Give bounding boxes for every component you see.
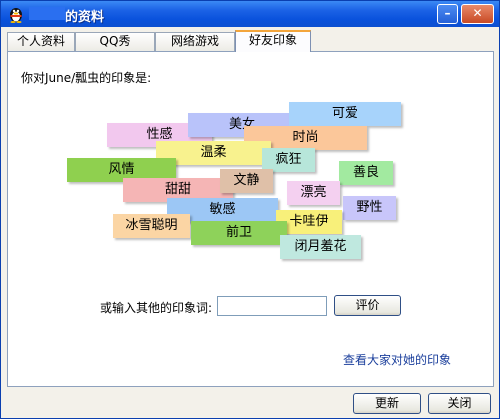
minimize-button[interactable]: –	[437, 4, 458, 24]
redacted-name	[29, 7, 65, 20]
tab-label: 好友印象	[248, 33, 297, 47]
impression-tag[interactable]: 前卫	[191, 221, 287, 245]
close-window-button[interactable]: ✕	[461, 4, 494, 24]
impression-tag[interactable]: 冰雪聪明	[113, 214, 190, 238]
impression-tag[interactable]: 闭月羞花	[280, 235, 361, 259]
impression-tag[interactable]: 漂亮	[287, 181, 340, 205]
tab-label: 网络游戏	[170, 34, 219, 48]
window-title: 的资料	[65, 10, 105, 25]
impression-tag[interactable]: 野性	[343, 196, 396, 220]
impression-prompt: 你对June/瓢虫的印象是:	[21, 71, 152, 85]
custom-impression-label: 或输入其他的印象词:	[100, 301, 213, 315]
tab-label: QQ秀	[99, 34, 131, 48]
qq-penguin-icon	[10, 8, 22, 23]
tab-label: 个人资料	[16, 34, 65, 48]
impression-tag[interactable]: 可爱	[289, 102, 401, 126]
tab-personal-info[interactable]: 个人资料	[7, 32, 75, 51]
tab-qq-show[interactable]: QQ秀	[75, 32, 155, 51]
tab-friend-impressions[interactable]: 好友印象	[235, 30, 311, 52]
evaluate-button[interactable]: 评价	[334, 295, 401, 316]
impression-tag[interactable]: 善良	[339, 161, 393, 185]
title-bar[interactable]: 的资料 – ✕	[1, 1, 499, 27]
refresh-button[interactable]: 更新	[353, 393, 421, 414]
impression-tag[interactable]: 文静	[220, 169, 273, 193]
close-button[interactable]: 关闭	[428, 393, 491, 414]
close-icon: ✕	[472, 6, 483, 20]
custom-impression-input[interactable]	[217, 296, 327, 316]
profile-window: 的资料 – ✕ 个人资料 QQ秀 网络游戏 好友印象 你对June/瓢虫的印象是…	[0, 0, 500, 419]
tab-online-games[interactable]: 网络游戏	[155, 32, 235, 51]
minimize-icon: –	[444, 6, 451, 20]
view-everyone-impressions-link[interactable]: 查看大家对她的印象	[343, 351, 451, 368]
